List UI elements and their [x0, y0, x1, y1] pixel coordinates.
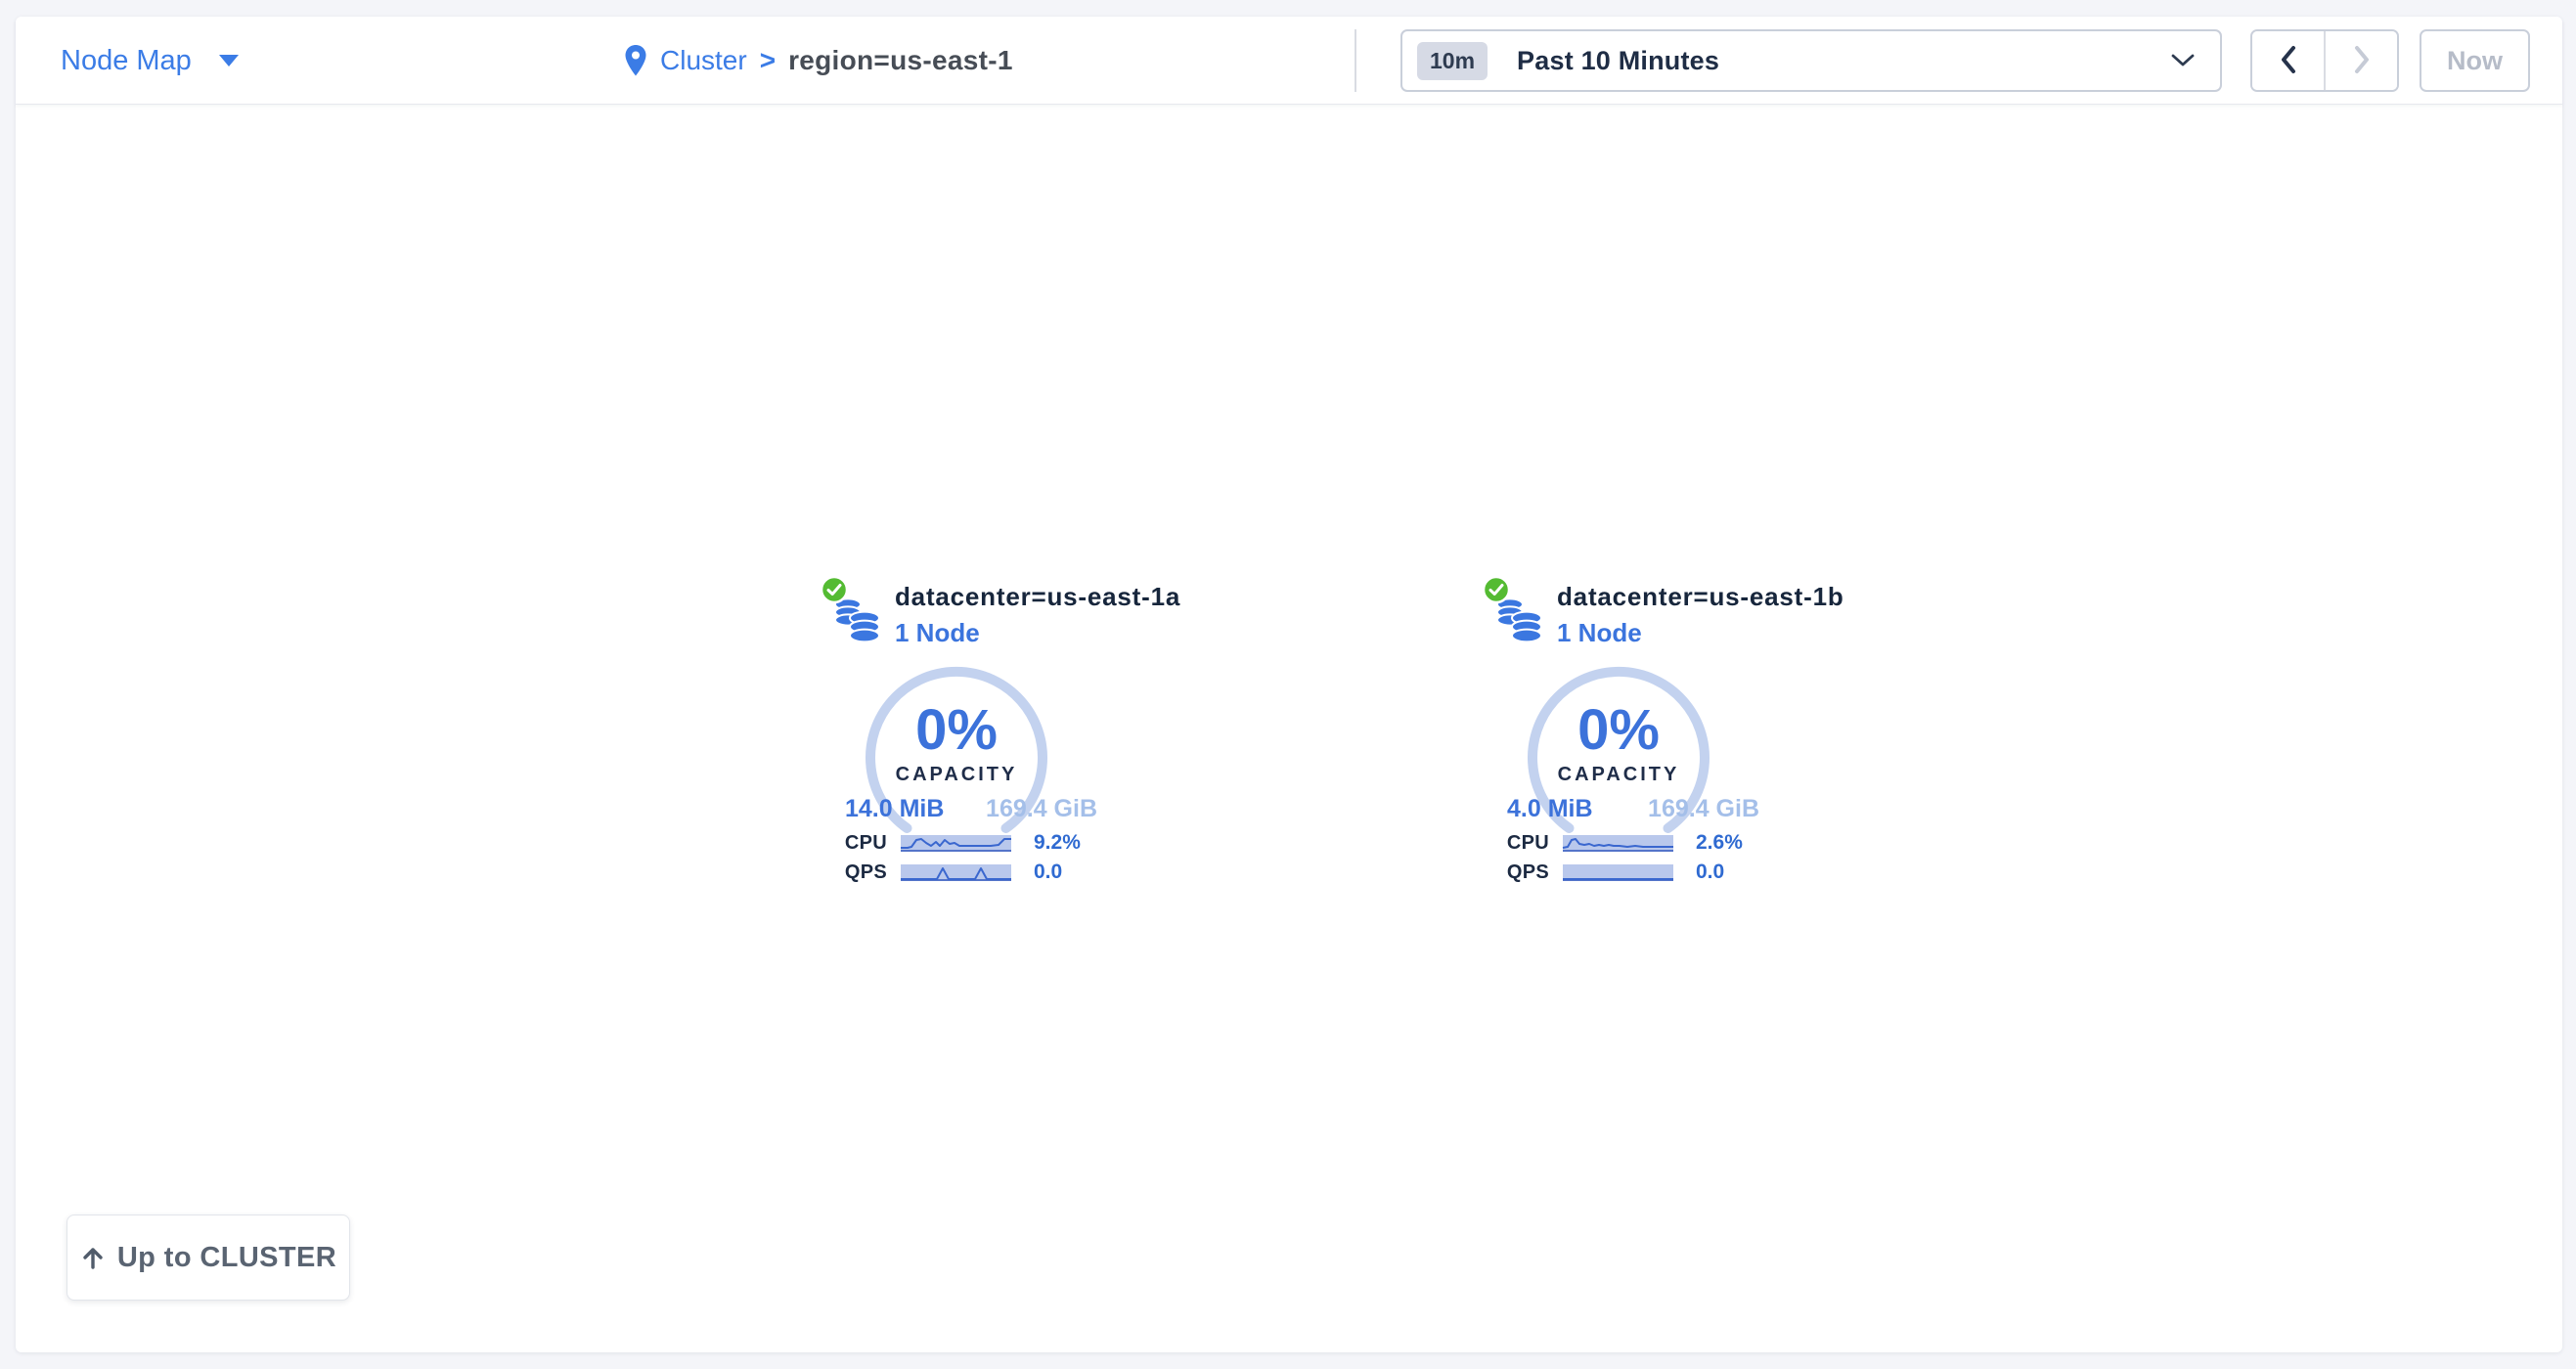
cpu-sparkline: [1563, 835, 1673, 852]
qps-value: 0.0: [1696, 861, 1724, 884]
cpu-value: 2.6%: [1696, 831, 1743, 855]
locality-title: datacenter=us-east-1a: [895, 582, 1180, 611]
qps-metric-row: QPS 0.0: [1482, 861, 1724, 884]
qps-sparkline: [901, 864, 1011, 881]
capacity-used: 14.0 MiB: [845, 795, 944, 823]
capacity-caption: CAPACITY: [896, 764, 1018, 785]
chevron-right-icon: [2351, 44, 2373, 78]
time-range-dropdown[interactable]: 10m Past 10 Minutes: [1400, 29, 2222, 92]
locality-node-count: 1 Node: [1557, 618, 1844, 647]
capacity-used: 4.0 MiB: [1507, 795, 1593, 823]
cpu-metric-row: CPU 9.2%: [820, 831, 1081, 855]
qps-metric-row: QPS 0.0: [820, 861, 1062, 884]
locality-title: datacenter=us-east-1b: [1557, 582, 1844, 611]
time-step-forward-button[interactable]: [2326, 31, 2397, 90]
locality-header: datacenter=us-east-1a 1 Node: [895, 582, 1180, 647]
healthy-check-icon: [820, 575, 849, 609]
location-pin-icon: [624, 44, 647, 77]
top-bar: Node Map Cluster > region=us-east-1 10m …: [16, 17, 2562, 105]
healthy-check-icon: [1482, 575, 1511, 609]
capacity-values: 4.0 MiB 169.4 GiB: [1482, 795, 1759, 823]
up-to-cluster-label: Up to CLUSTER: [117, 1242, 336, 1274]
arrow-up-icon: [80, 1245, 106, 1270]
qps-label: QPS: [820, 861, 887, 884]
locality-card-us-east-1a[interactable]: datacenter=us-east-1a 1 Node 0% CAPACITY…: [820, 575, 1113, 903]
chevron-left-icon: [2278, 44, 2299, 78]
capacity-percent: 0%: [915, 698, 998, 762]
chevron-down-icon: [2171, 54, 2195, 67]
capacity-caption: CAPACITY: [1558, 764, 1680, 785]
locality-header: datacenter=us-east-1b 1 Node: [1557, 582, 1844, 647]
cpu-value: 9.2%: [1034, 831, 1081, 855]
capacity-values: 14.0 MiB 169.4 GiB: [820, 795, 1097, 823]
caret-down-icon: [219, 55, 239, 66]
qps-value: 0.0: [1034, 861, 1062, 884]
locality-card-us-east-1b[interactable]: datacenter=us-east-1b 1 Node 0% CAPACITY…: [1482, 575, 1775, 903]
breadcrumb-separator: >: [760, 45, 776, 76]
now-button[interactable]: Now: [2420, 29, 2530, 92]
capacity-percent: 0%: [1577, 698, 1660, 762]
qps-label: QPS: [1482, 861, 1549, 884]
node-map-panel: Node Map Cluster > region=us-east-1 10m …: [16, 17, 2562, 1352]
breadcrumb: Cluster > region=us-east-1: [624, 17, 1013, 105]
locality-node-count: 1 Node: [895, 618, 1180, 647]
view-selector-label: Node Map: [61, 45, 192, 77]
time-range-label: Past 10 Minutes: [1517, 46, 1719, 76]
view-selector-dropdown[interactable]: Node Map: [61, 17, 239, 105]
cpu-sparkline: [901, 835, 1011, 852]
cpu-metric-row: CPU 2.6%: [1482, 831, 1743, 855]
capacity-total: 169.4 GiB: [986, 795, 1097, 823]
qps-sparkline: [1563, 864, 1673, 881]
breadcrumb-current: region=us-east-1: [788, 45, 1013, 76]
breadcrumb-cluster-link[interactable]: Cluster: [660, 45, 747, 76]
cpu-label: CPU: [820, 832, 887, 855]
time-step-group: [2250, 29, 2399, 92]
cpu-label: CPU: [1482, 832, 1549, 855]
time-range-badge: 10m: [1417, 42, 1488, 80]
time-step-back-button[interactable]: [2252, 31, 2326, 90]
up-to-cluster-button[interactable]: Up to CLUSTER: [67, 1214, 350, 1301]
capacity-total: 169.4 GiB: [1648, 795, 1759, 823]
topbar-divider: [1355, 29, 1356, 92]
